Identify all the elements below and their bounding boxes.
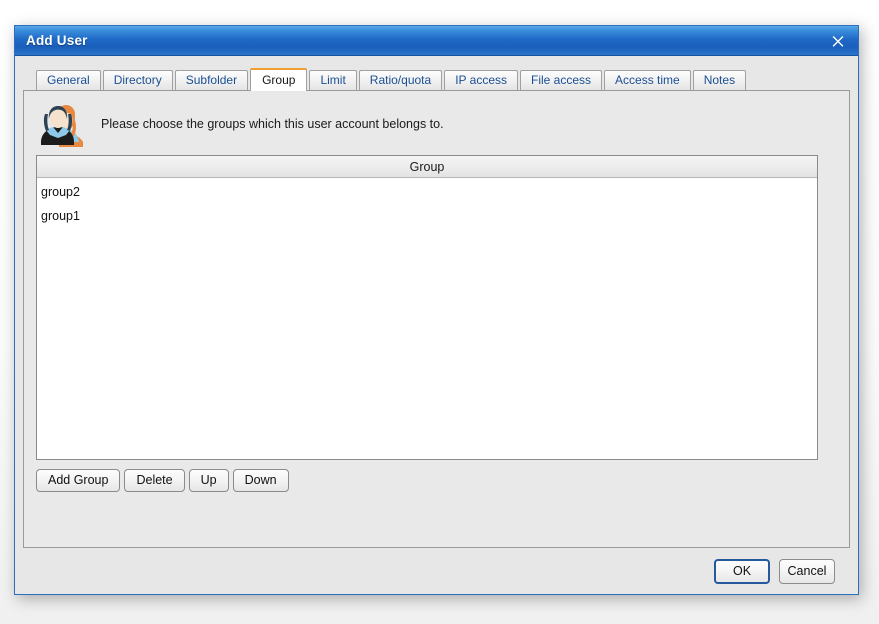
group-list-rows: group2 group1 xyxy=(37,178,817,228)
tab-general[interactable]: General xyxy=(36,70,101,90)
dialog-title: Add User xyxy=(26,33,88,48)
group-action-buttons: Add Group Delete Up Down xyxy=(36,469,289,492)
group-column-header[interactable]: Group xyxy=(37,156,817,178)
delete-button[interactable]: Delete xyxy=(124,469,185,492)
list-item[interactable]: group2 xyxy=(37,180,817,204)
desktop-background: Add User General Directory Subfolder Gro… xyxy=(0,0,879,624)
instruction-text: Please choose the groups which this user… xyxy=(101,116,444,131)
group-tab-panel: Please choose the groups which this user… xyxy=(23,90,850,548)
dialog-titlebar[interactable]: Add User xyxy=(15,26,858,56)
dialog-footer: OK Cancel xyxy=(23,548,850,594)
two-users-avatar-icon xyxy=(35,101,87,147)
add-user-dialog: Add User General Directory Subfolder Gro… xyxy=(14,25,859,595)
panel-header: Please choose the groups which this user… xyxy=(24,91,849,147)
ok-button[interactable]: OK xyxy=(714,558,770,584)
close-icon[interactable] xyxy=(818,26,858,56)
move-down-button[interactable]: Down xyxy=(232,469,289,492)
tab-limit[interactable]: Limit xyxy=(309,70,357,90)
tab-subfolder[interactable]: Subfolder xyxy=(174,70,249,90)
list-item[interactable]: group1 xyxy=(37,204,817,228)
add-group-button[interactable]: Add Group xyxy=(36,469,121,492)
tab-ip-access[interactable]: IP access xyxy=(444,70,518,90)
move-up-button[interactable]: Up xyxy=(188,469,229,492)
tab-file-access[interactable]: File access xyxy=(520,70,603,90)
tab-strip: General Directory Subfolder Group Limit … xyxy=(23,68,850,91)
dialog-body: General Directory Subfolder Group Limit … xyxy=(15,56,858,594)
tab-access-time[interactable]: Access time xyxy=(604,70,691,90)
tab-notes[interactable]: Notes xyxy=(692,70,747,90)
cancel-button[interactable]: Cancel xyxy=(779,558,835,584)
tab-directory[interactable]: Directory xyxy=(102,70,173,90)
group-list: Group group2 group1 xyxy=(36,155,818,460)
tab-group[interactable]: Group xyxy=(250,68,308,91)
tab-ratio-quota[interactable]: Ratio/quota xyxy=(358,70,443,90)
